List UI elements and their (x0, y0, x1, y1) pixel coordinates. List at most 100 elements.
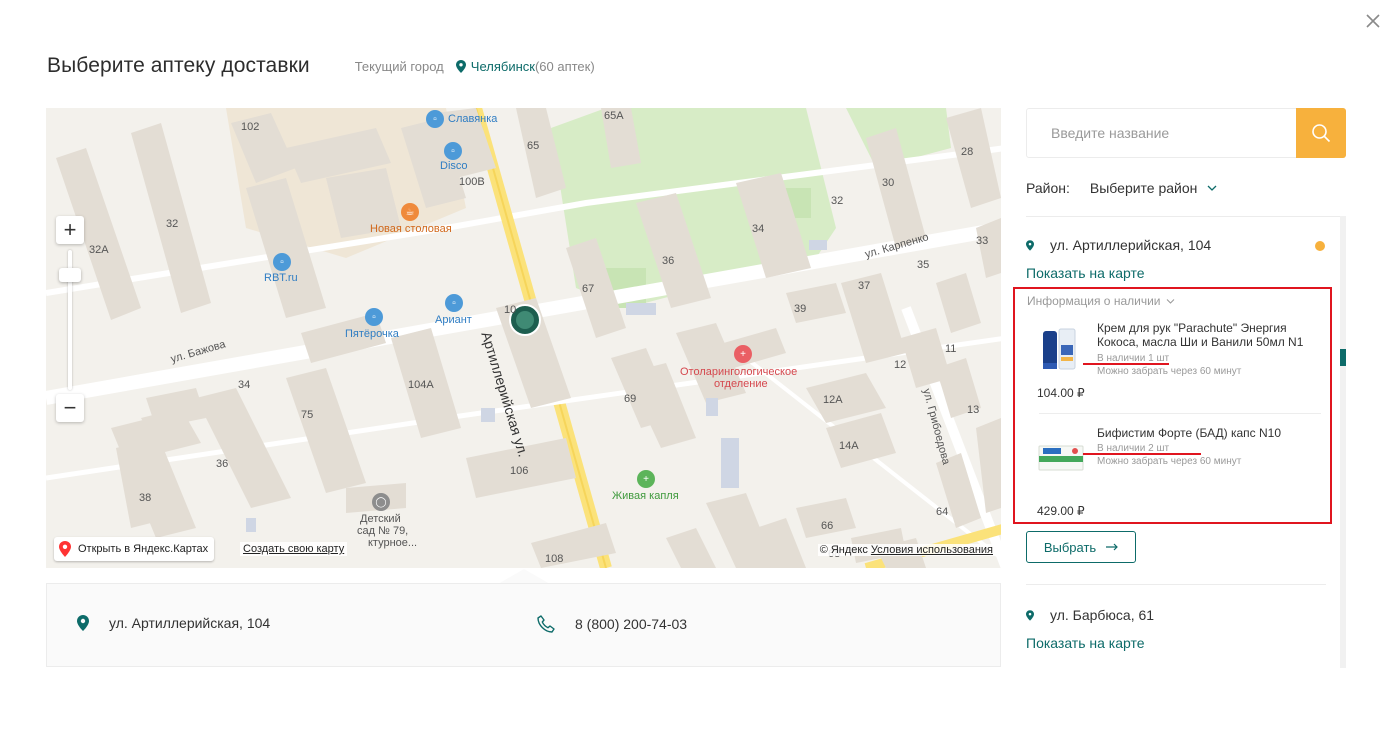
product-name: Крем для рук "Parachute" Энергия Кокоса,… (1097, 321, 1304, 349)
list-scrollbar-thumb[interactable] (1340, 349, 1346, 366)
store-address-text: ул. Барбюса, 61 (1050, 607, 1155, 623)
yandex-pin-icon (59, 541, 71, 557)
map[interactable]: Артиллерийская ул. ул. Бажова ул. Карпен… (46, 108, 1001, 568)
show-on-map-link[interactable]: Показать на карте (1026, 265, 1145, 281)
poi-label-rbt[interactable]: RBT.ru (264, 272, 298, 284)
house-number: 64 (936, 506, 949, 518)
product-pickup-time: Можно забрать через 60 минут (1097, 456, 1242, 467)
location-pin-icon (455, 59, 466, 73)
house-number: 36 (662, 255, 675, 267)
cafe-poi-icon[interactable]: ☕ (401, 203, 419, 221)
info-address-text: ул. Артиллерийская, 104 (109, 615, 271, 631)
close-button[interactable] (1362, 10, 1384, 32)
hospital-poi-icon[interactable]: + (734, 345, 752, 363)
info-phone-text: 8 (800) 200-74-03 (575, 616, 688, 632)
zoom-slider-handle[interactable] (59, 268, 81, 282)
location-pin-icon (77, 615, 89, 631)
search-icon (1312, 124, 1331, 143)
arrow-right-icon (1106, 543, 1119, 551)
create-map-link[interactable]: Создать свою карту (240, 542, 348, 556)
district-filter: Район: Выберите район (1026, 180, 1217, 196)
house-number: 106 (510, 465, 529, 477)
terms-link[interactable]: Условия использования (871, 544, 993, 556)
house-number: 37 (858, 280, 871, 292)
product-divider (1039, 413, 1321, 414)
city-pharmacy-count: (60 аптек) (534, 58, 595, 74)
store-address[interactable]: ул. Артиллерийская, 104 (1026, 237, 1211, 253)
house-number: 100B (459, 176, 485, 188)
current-city-label: Текущий город (354, 58, 444, 74)
house-number: 12 (894, 359, 907, 371)
house-number: 65A (604, 110, 624, 122)
house-number: 67 (582, 283, 595, 295)
district-select[interactable]: Выберите район (1090, 180, 1218, 196)
stock-highlight-underline (1083, 363, 1169, 365)
store-address-text: ул. Артиллерийская, 104 (1050, 237, 1212, 253)
house-number: 32 (166, 218, 179, 230)
open-in-yandex-button[interactable]: Открыть в Яндекс.Картах (54, 537, 215, 561)
open-in-yandex-label: Открыть в Яндекс.Картах (78, 543, 209, 555)
kindergarten-poi-icon[interactable]: ◯ (372, 493, 390, 511)
shop-poi-icon[interactable]: ▫ (445, 294, 463, 312)
poi-label-otolaringolog-line2[interactable]: отделение (714, 378, 768, 390)
hand-cream-product-image (1043, 328, 1076, 370)
house-number: 66 (821, 520, 834, 532)
poi-label-novaya-stolovaya[interactable]: Новая столовая (370, 223, 452, 235)
poi-label-detskiy-sad-line2[interactable]: сад № 79, (357, 525, 408, 537)
shop-poi-icon[interactable]: ▫ (426, 110, 444, 128)
close-icon (1366, 14, 1380, 28)
shop-poi-icon[interactable]: ▫ (273, 253, 291, 271)
house-number: 65 (527, 140, 540, 152)
search-button[interactable] (1296, 108, 1346, 158)
house-number: 10 (504, 304, 517, 316)
info-bar-pointer (498, 569, 550, 584)
map-copyright: © Яндекс Условия использования (817, 544, 995, 556)
availability-toggle[interactable]: Информация о наличии (1027, 294, 1175, 308)
map-canvas (46, 108, 1001, 568)
store-address[interactable]: ул. Барбюса, 61 (1026, 607, 1154, 623)
poi-label-detskiy-sad[interactable]: Детский (360, 513, 401, 525)
selected-pharmacy-info: ул. Артиллерийская, 104 8 (800) 200-74-0… (46, 583, 1001, 667)
search-box (1026, 108, 1346, 158)
poi-label-otolaringolog[interactable]: Отоларингологическое (680, 366, 797, 378)
city-link[interactable]: Челябинск (471, 59, 535, 74)
show-on-map-link[interactable]: Показать на карте (1026, 635, 1145, 651)
pharmacy-poi-icon[interactable]: + (637, 470, 655, 488)
modal-header: Выберите аптеку доставки Текущий город Ч… (47, 52, 595, 80)
product-name: Бифистим Форте (БАД) капс N10 (1097, 426, 1282, 440)
product-price: 104.00 ₽ (1037, 386, 1085, 400)
phone-icon (537, 615, 555, 633)
house-number: 32A (89, 244, 109, 256)
list-divider (1026, 584, 1326, 585)
house-number: 12A (823, 394, 843, 406)
house-number: 30 (882, 177, 895, 189)
zoom-out-button[interactable]: − (56, 394, 84, 422)
house-number: 33 (976, 235, 989, 247)
poi-label-pyaterochka[interactable]: Пятёрочка (345, 328, 399, 340)
availability-label: Информация о наличии (1027, 294, 1161, 308)
poi-label-zhivaya-kaplya[interactable]: Живая капля (612, 490, 679, 502)
poi-label-ariant[interactable]: Ариант (435, 314, 472, 326)
search-input[interactable] (1027, 109, 1296, 157)
poi-label-detskiy-sad-line3[interactable]: ктурное... (368, 537, 417, 549)
shop-poi-icon[interactable]: ▫ (444, 142, 462, 160)
bifistim-product-image (1038, 445, 1084, 471)
choose-pharmacy-button[interactable]: Выбрать (1026, 531, 1136, 563)
location-pin-icon (1026, 239, 1034, 251)
location-pin-icon (1026, 609, 1034, 621)
house-number: 36 (216, 458, 229, 470)
house-number: 13 (967, 404, 980, 416)
chevron-down-icon (1167, 298, 1175, 304)
list-scrollbar[interactable] (1340, 216, 1346, 668)
district-label: Район: (1026, 180, 1070, 196)
house-number: 34 (238, 379, 251, 391)
house-number: 39 (794, 303, 807, 315)
house-number: 34 (752, 223, 765, 235)
shop-poi-icon[interactable]: ▫ (365, 308, 383, 326)
poi-label-disco[interactable]: Disco (440, 160, 468, 172)
house-number: 38 (139, 492, 152, 504)
zoom-in-button[interactable]: + (56, 216, 84, 244)
poi-label-slavyanka[interactable]: Славянка (448, 113, 497, 125)
stock-highlight-underline (1083, 453, 1201, 455)
house-number: 35 (917, 259, 930, 271)
